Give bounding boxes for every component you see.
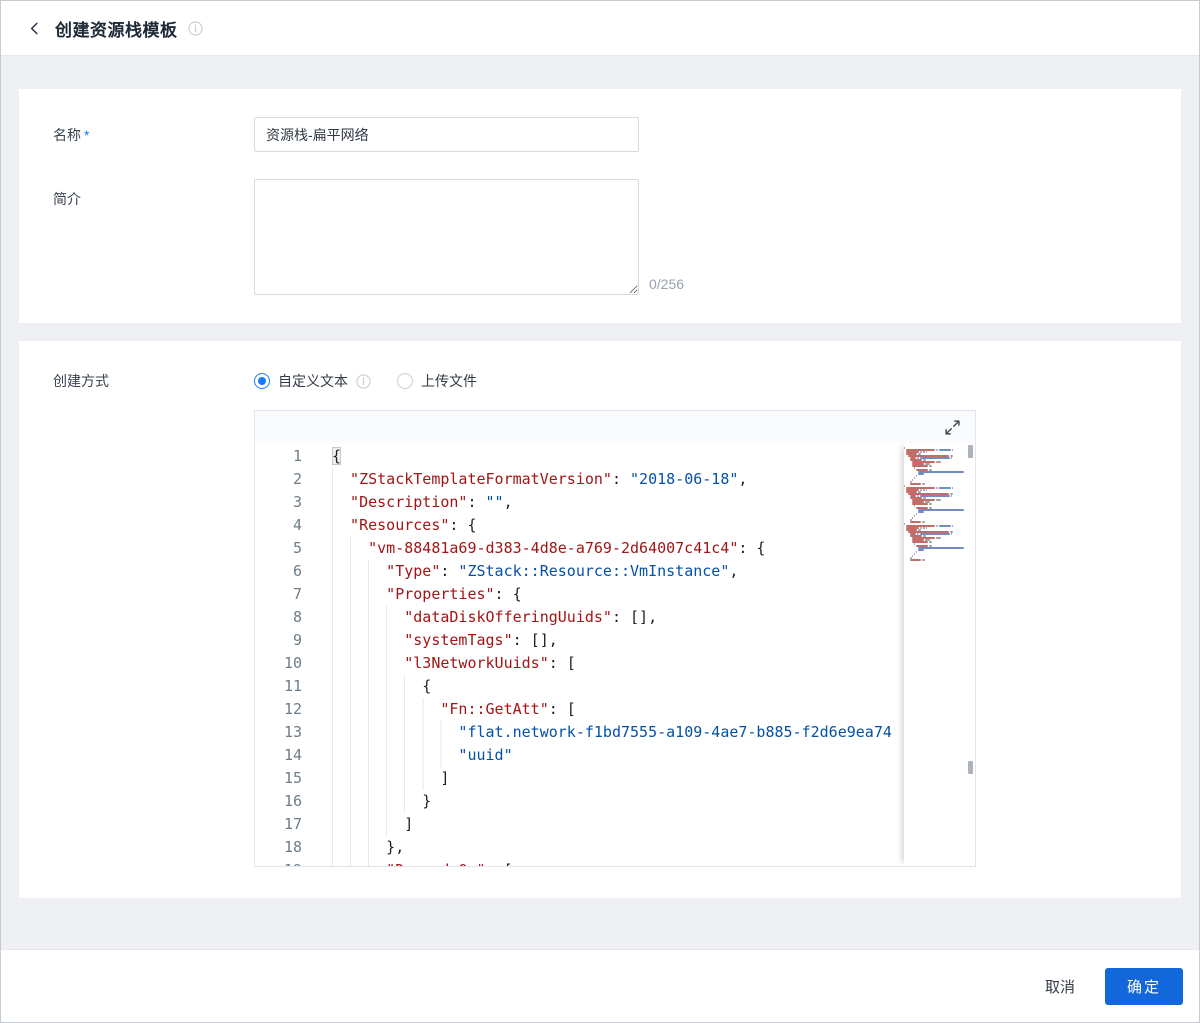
ok-button[interactable]: 确定 <box>1105 967 1183 1005</box>
scrollbar-thumb[interactable] <box>968 761 973 774</box>
radio-unselected-icon <box>397 373 413 389</box>
description-label: 简介 <box>53 191 81 207</box>
line-number: 3 <box>292 493 302 511</box>
line-number: 4 <box>292 516 302 534</box>
radio-option-upload-file[interactable]: 上传文件 <box>397 371 477 391</box>
code-line[interactable]: "Fn::GetAtt": [ <box>332 698 975 721</box>
line-number: 16 <box>283 792 302 810</box>
description-textarea[interactable] <box>254 179 639 295</box>
name-field-row: 名称 * <box>53 117 1181 152</box>
line-number: 18 <box>283 838 302 856</box>
code-line[interactable]: "systemTags": [], <box>332 629 975 652</box>
cancel-button[interactable]: 取消 <box>1031 968 1089 1005</box>
radio-selected-icon <box>254 373 270 389</box>
code-line[interactable]: } <box>332 790 975 813</box>
code-line[interactable]: "Description": "", <box>332 491 975 514</box>
minimap[interactable] <box>904 443 966 866</box>
required-asterisk: * <box>84 127 90 143</box>
overview-ruler[interactable] <box>966 443 975 866</box>
radio-option-custom-text[interactable]: 自定义文本 <box>254 371 371 391</box>
line-number: 19 <box>255 859 302 866</box>
name-input[interactable] <box>254 117 639 152</box>
create-method-radio-group: 自定义文本 上传文件 <box>254 371 477 391</box>
expand-button[interactable] <box>942 417 963 438</box>
line-number: 2 <box>292 470 302 488</box>
code-line[interactable]: { <box>332 445 975 468</box>
page-header: 创建资源栈模板 <box>1 1 1199 56</box>
line-number: 15 <box>283 769 302 787</box>
line-number: 7 <box>292 585 302 603</box>
line-number: 10 <box>283 654 302 672</box>
editor-toolbar <box>255 411 975 443</box>
code-line[interactable]: "Properties": { <box>332 583 975 606</box>
editor-gutter: 12345678910111213141516171819 <box>255 443 317 866</box>
code-line[interactable]: "Resources": { <box>332 514 975 537</box>
line-number: 17 <box>283 815 302 833</box>
create-method-row: 创建方式 自定义文本 上传文件 <box>53 369 1181 391</box>
char-counter: 0/256 <box>649 276 685 292</box>
code-line[interactable]: "flat.network-f1bd7555-a109-4ae7-b885-f2… <box>332 721 975 744</box>
code-line[interactable]: }, <box>332 836 975 859</box>
page-title: 创建资源栈模板 <box>55 20 178 40</box>
footer-action-bar: 取消 确定 <box>1 949 1199 1022</box>
code-line[interactable]: "uuid" <box>332 744 975 767</box>
create-resource-stack-template-page: 创建资源栈模板 名称* 简介 0/256 <box>0 0 1200 1023</box>
code-line[interactable]: { <box>332 675 975 698</box>
line-number: 6 <box>292 562 302 580</box>
code-line[interactable]: "DependsOn": [ <box>332 859 975 866</box>
line-number: 14 <box>283 746 302 764</box>
description-wrap: 0/256 <box>254 179 684 295</box>
line-number: 11 <box>283 677 302 695</box>
code-area[interactable]: {"ZStackTemplateFormatVersion": "2018-06… <box>317 443 975 866</box>
title-info-icon[interactable] <box>187 20 203 36</box>
code-editor: 12345678910111213141516171819 {"ZStackTe… <box>254 410 976 867</box>
code-line[interactable]: "Type": "ZStack::Resource::VmInstance", <box>332 560 975 583</box>
line-number: 8 <box>292 608 302 626</box>
code-line[interactable]: "dataDiskOfferingUuids": [], <box>332 606 975 629</box>
code-line[interactable]: "ZStackTemplateFormatVersion": "2018-06-… <box>332 468 975 491</box>
line-number: 1 <box>292 447 302 465</box>
code-line[interactable]: ] <box>332 813 975 836</box>
form-body: 名称* 简介 0/256 创建方式 自定义文本 <box>1 56 1199 898</box>
create-method-card: 创建方式 自定义文本 上传文件 1 2 3 4 5 6 7 8 9 10 11 … <box>19 341 1181 898</box>
line-number: 9 <box>292 631 302 649</box>
custom-text-info-icon[interactable] <box>356 373 371 389</box>
code-line[interactable]: "vm-88481a69-d383-4d8e-a769-2d64007c41c4… <box>332 537 975 560</box>
minimap-line <box>904 559 966 561</box>
create-method-label: 创建方式 <box>53 373 109 389</box>
editor-surface[interactable]: 12345678910111213141516171819 {"ZStackTe… <box>255 443 975 866</box>
name-label: 名称 * <box>53 127 90 143</box>
code-line[interactable]: "l3NetworkUuids": [ <box>332 652 975 675</box>
scrollbar-mark-top <box>968 445 973 458</box>
line-number: 13 <box>283 723 302 741</box>
line-number: 5 <box>292 539 302 557</box>
chevron-left-icon <box>30 22 38 34</box>
line-number: 12 <box>283 700 302 718</box>
back-button[interactable] <box>25 19 43 37</box>
basic-info-card: 名称* 简介 0/256 <box>19 89 1181 323</box>
expand-icon <box>945 419 960 435</box>
code-line[interactable]: ] <box>332 767 975 790</box>
description-field-row: 简介 0/256 <box>53 179 1181 295</box>
